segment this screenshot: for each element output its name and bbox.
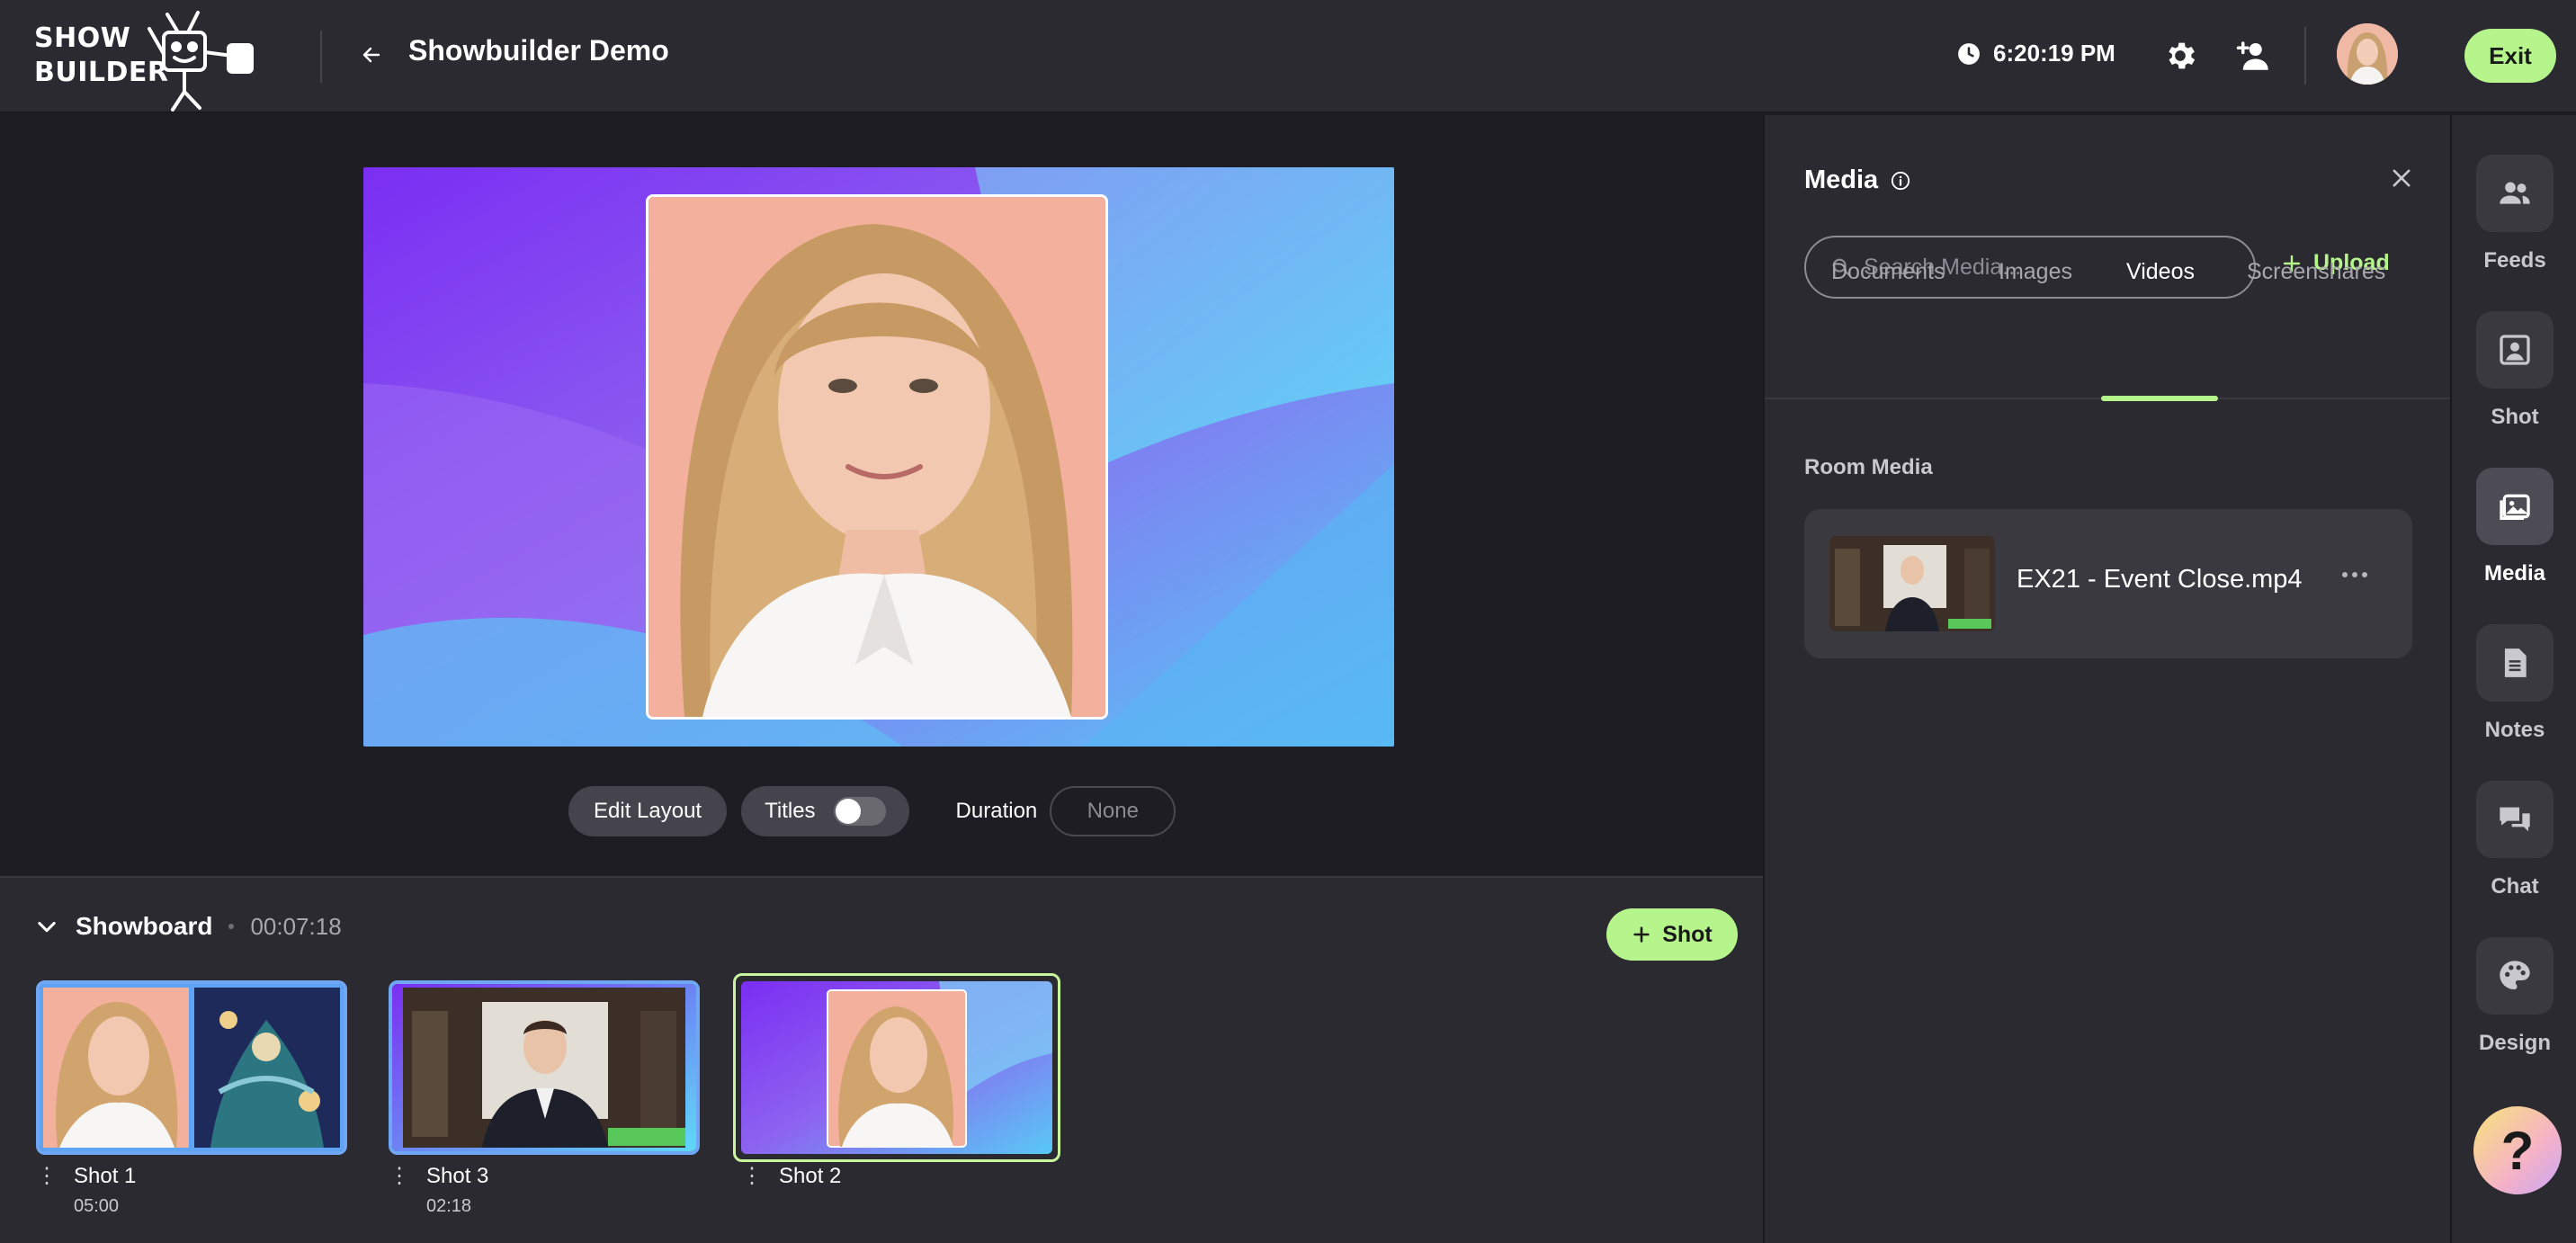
robot-mascot-icon [148,11,254,112]
rail-label-chat: Chat [2491,874,2539,899]
participant-video-frame[interactable] [646,194,1108,720]
shot-menu-icon[interactable]: ⋮ [36,1166,58,1217]
close-icon[interactable] [2385,162,2418,194]
duration-label: Duration [955,799,1038,823]
tab-screenshares[interactable]: Screenshares [2247,259,2385,285]
palette-icon [2500,961,2530,989]
shot-thumbnail-image [40,984,344,1151]
media-tabs [1765,322,2452,399]
more-options-icon[interactable] [2342,572,2367,577]
tab-documents[interactable]: Documents [1831,259,1945,285]
shot-duration: 02:18 [426,1196,472,1216]
info-icon[interactable] [1891,171,1910,191]
rail-item-design[interactable]: Design [2452,937,2576,1056]
shot-thumbnail[interactable] [733,973,1060,1162]
settings-gear-icon[interactable] [2160,36,2200,76]
rail-item-notes[interactable]: Notes [2452,624,2576,743]
shot-card-selected[interactable]: ⋮ Shot 2 [733,973,1069,1188]
showboard-panel: Showboard 00:07:18 Shot ⋮ Shot 1 05:00 ⋮… [0,876,1763,1243]
people-icon [2500,182,2530,204]
shot-name: Shot 1 [74,1164,137,1188]
invite-user-icon[interactable] [2234,36,2274,76]
top-bar: SHOW BUILDER Showbuilder Demo 6:20:19 PM… [0,0,2576,113]
plus-icon [1633,926,1650,943]
rail-item-shot[interactable]: Shot [2452,311,2576,430]
media-list-item[interactable]: EX21 - Event Close.mp4 [1804,509,2412,658]
showboard-total-time: 00:07:18 [250,912,342,940]
shot-thumbnail-image [392,984,696,1151]
showboard-title: Showboard [76,912,213,940]
help-button[interactable]: ? [2473,1106,2562,1194]
clock-icon [1958,42,1980,65]
page-title: Showbuilder Demo [408,34,669,67]
back-arrow-icon[interactable] [356,40,387,70]
shot-thumbnail[interactable] [389,980,700,1155]
rail-label-media: Media [2483,561,2545,586]
shot-menu-icon[interactable]: ⋮ [389,1166,410,1217]
stage-preview[interactable] [363,167,1394,747]
room-media-label: Room Media [1804,455,1933,479]
rail-item-media[interactable]: Media [2452,468,2576,586]
media-panel-title: Media [1804,165,1910,195]
clock: 6:20:19 PM [1957,40,2115,67]
shot-name: Shot 2 [779,1164,842,1188]
active-tab-indicator [2101,396,2218,401]
media-images-icon [2500,494,2530,520]
stage-controls: Edit Layout Titles Duration None [568,786,1176,836]
shot-duration: 05:00 [74,1196,120,1216]
shot-card[interactable]: ⋮ Shot 1 05:00 [36,980,347,1216]
showboard-header: Showboard 00:07:18 [34,912,342,941]
separator-dot [228,924,235,929]
header-divider [320,31,322,83]
titles-toggle-control[interactable]: Titles [741,786,909,836]
tab-images[interactable]: Images [1999,259,2072,285]
tab-videos[interactable]: Videos [2126,259,2195,285]
chevron-down-icon[interactable] [34,914,59,939]
titles-toggle[interactable] [833,797,886,826]
rail-label-notes: Notes [2484,718,2545,742]
shot-thumbnail[interactable] [36,980,347,1155]
add-shot-label: Shot [1662,921,1713,947]
participant-video [648,197,1105,717]
showbuilder-logo[interactable]: SHOW BUILDER [34,11,286,115]
video-thumbnail [1829,536,1995,631]
shot-frame-icon [2500,335,2530,365]
right-rail: Feeds Shot Media Notes Chat Design [2450,115,2576,1243]
duration-field[interactable]: None [1050,786,1176,836]
shot-name: Shot 3 [426,1164,489,1188]
rail-label-feeds: Feeds [2483,248,2546,273]
media-title: Media [1804,165,1879,194]
rail-label-design: Design [2478,1031,2551,1055]
clock-time: 6:20:19 PM [1993,40,2115,67]
titles-label: Titles [765,799,816,823]
rail-label-shot: Shot [2491,405,2539,429]
avatar[interactable] [2337,23,2398,85]
shot-menu-icon[interactable]: ⋮ [741,1166,763,1189]
shot-thumbnail-image [741,981,1052,1154]
exit-button[interactable]: Exit [2464,29,2556,83]
edit-layout-button[interactable]: Edit Layout [568,786,728,836]
rail-item-feeds[interactable]: Feeds [2452,155,2576,273]
header-divider [2304,27,2306,85]
media-item-name: EX21 - Event Close.mp4 [2017,565,2303,594]
stage-area: Edit Layout Titles Duration None [0,115,1763,876]
shot-card[interactable]: ⋮ Shot 3 02:18 [389,980,700,1216]
rail-item-chat[interactable]: Chat [2452,781,2576,899]
chat-bubbles-icon [2500,807,2530,832]
document-icon [2504,648,2527,677]
add-shot-button[interactable]: Shot [1606,908,1738,961]
media-panel: Media Search Media... Upload Documents I… [1763,115,2452,1243]
